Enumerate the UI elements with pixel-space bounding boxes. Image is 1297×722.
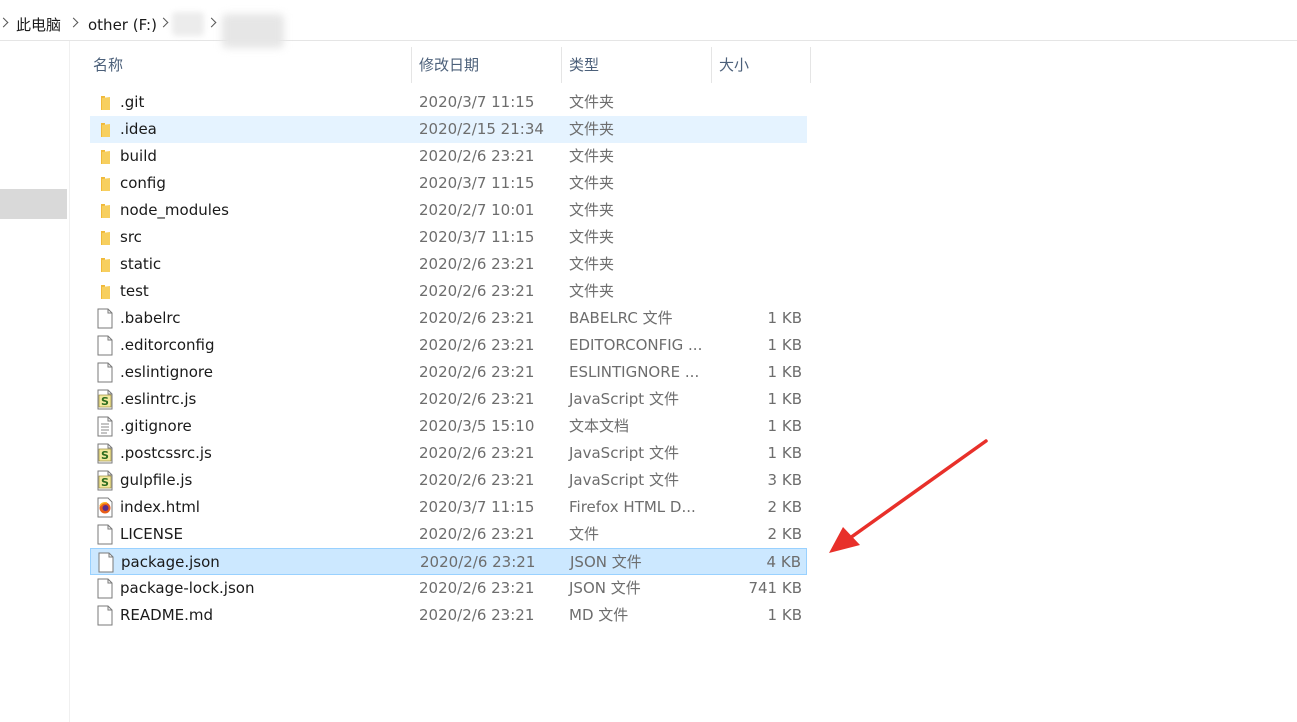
annotation-arrow — [829, 439, 988, 553]
